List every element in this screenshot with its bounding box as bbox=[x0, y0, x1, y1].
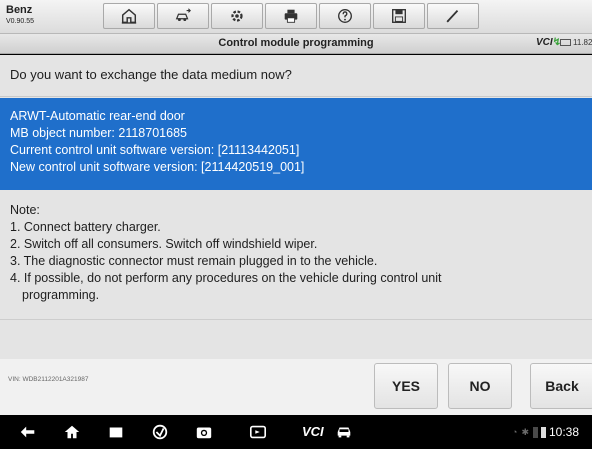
system-nav-bar: VCI ◔ ✱ 10:38 bbox=[0, 415, 592, 449]
home-button[interactable] bbox=[103, 3, 155, 29]
app-brand: Benz V0.90.55 bbox=[6, 4, 34, 25]
bluetooth-icon: ✱ bbox=[521, 426, 529, 437]
car-icon bbox=[337, 427, 351, 438]
screen-recorder-icon bbox=[249, 425, 267, 439]
help-button[interactable] bbox=[319, 3, 371, 29]
nav-back-button[interactable] bbox=[18, 423, 38, 441]
nav-vehicle-button[interactable] bbox=[334, 423, 354, 441]
prompt-question: Do you want to exchange the data medium … bbox=[0, 55, 592, 97]
module-name: ARWT-Automatic rear-end door bbox=[10, 109, 185, 123]
toolbar-buttons bbox=[103, 3, 481, 29]
page-title: Control module programming bbox=[218, 37, 374, 49]
wifi-icon: ◔ bbox=[512, 427, 518, 437]
signal-icon bbox=[532, 426, 538, 438]
home-icon bbox=[121, 8, 137, 24]
camera-icon bbox=[196, 427, 212, 439]
nav-camera-button[interactable] bbox=[194, 423, 214, 441]
edit-button[interactable] bbox=[427, 3, 479, 29]
vci-status: VCI↯ bbox=[536, 37, 561, 48]
note-panel: Note: 1. Connect battery charger. 2. Swi… bbox=[0, 190, 592, 320]
edit-icon bbox=[446, 9, 459, 23]
brand-name: Benz bbox=[6, 4, 33, 16]
top-toolbar: Benz V0.90.55 bbox=[0, 0, 592, 34]
app-version: V0.90.55 bbox=[6, 18, 35, 25]
nav-recent-apps-button[interactable] bbox=[106, 423, 126, 441]
clock: 10:38 bbox=[548, 425, 580, 439]
note-item: 4. If possible, do not perform any proce… bbox=[10, 271, 442, 285]
main-content: Do you want to exchange the data medium … bbox=[0, 55, 592, 359]
browser-icon bbox=[152, 424, 168, 440]
recent-apps-icon bbox=[109, 427, 123, 438]
battery-icon bbox=[560, 39, 571, 46]
home-icon bbox=[64, 425, 80, 439]
note-heading: Note: bbox=[10, 203, 40, 217]
current-software-version: Current control unit software version: [… bbox=[10, 143, 300, 157]
save-icon bbox=[392, 9, 406, 23]
battery-icon bbox=[540, 426, 546, 438]
help-icon bbox=[338, 9, 352, 23]
print-icon bbox=[284, 9, 298, 23]
vci-label: VCI bbox=[536, 37, 553, 48]
note-item: 2. Switch off all consumers. Switch off … bbox=[10, 237, 318, 251]
yes-button[interactable]: YES bbox=[374, 363, 438, 409]
nav-home-button[interactable] bbox=[62, 423, 82, 441]
nav-vci-button[interactable]: VCI bbox=[302, 424, 324, 439]
title-bar: Control module programming VCI↯ 11.82V bbox=[0, 34, 592, 54]
back-button[interactable]: Back bbox=[530, 363, 592, 409]
vin-label: VIN: WDB2112201A321987 bbox=[8, 376, 89, 383]
back-arrow-icon bbox=[20, 426, 35, 438]
nav-screen-recorder-button[interactable] bbox=[248, 423, 268, 441]
note-item: 3. The diagnostic connector must remain … bbox=[10, 254, 378, 268]
object-number: MB object number: 2118701685 bbox=[10, 126, 187, 140]
battery-voltage-value: 11.82V bbox=[573, 38, 592, 47]
note-item: 1. Connect battery charger. bbox=[10, 220, 161, 234]
status-area: ◔ ✱ 10:38 bbox=[512, 425, 579, 439]
module-info-panel: ARWT-Automatic rear-end door MB object n… bbox=[0, 98, 592, 190]
settings-icon bbox=[231, 10, 243, 22]
action-bar: VIN: WDB2112201A321987 YES NO Back bbox=[0, 359, 592, 415]
settings-button[interactable] bbox=[211, 3, 263, 29]
car-swap-button[interactable] bbox=[157, 3, 209, 29]
note-item-continuation: programming. bbox=[22, 288, 100, 302]
save-button[interactable] bbox=[373, 3, 425, 29]
print-button[interactable] bbox=[265, 3, 317, 29]
battery-voltage: 11.82V bbox=[560, 38, 592, 47]
nav-browser-button[interactable] bbox=[150, 423, 170, 441]
new-software-version: New control unit software version: [2114… bbox=[10, 160, 305, 174]
car-swap-icon bbox=[175, 8, 191, 22]
no-button[interactable]: NO bbox=[448, 363, 512, 409]
